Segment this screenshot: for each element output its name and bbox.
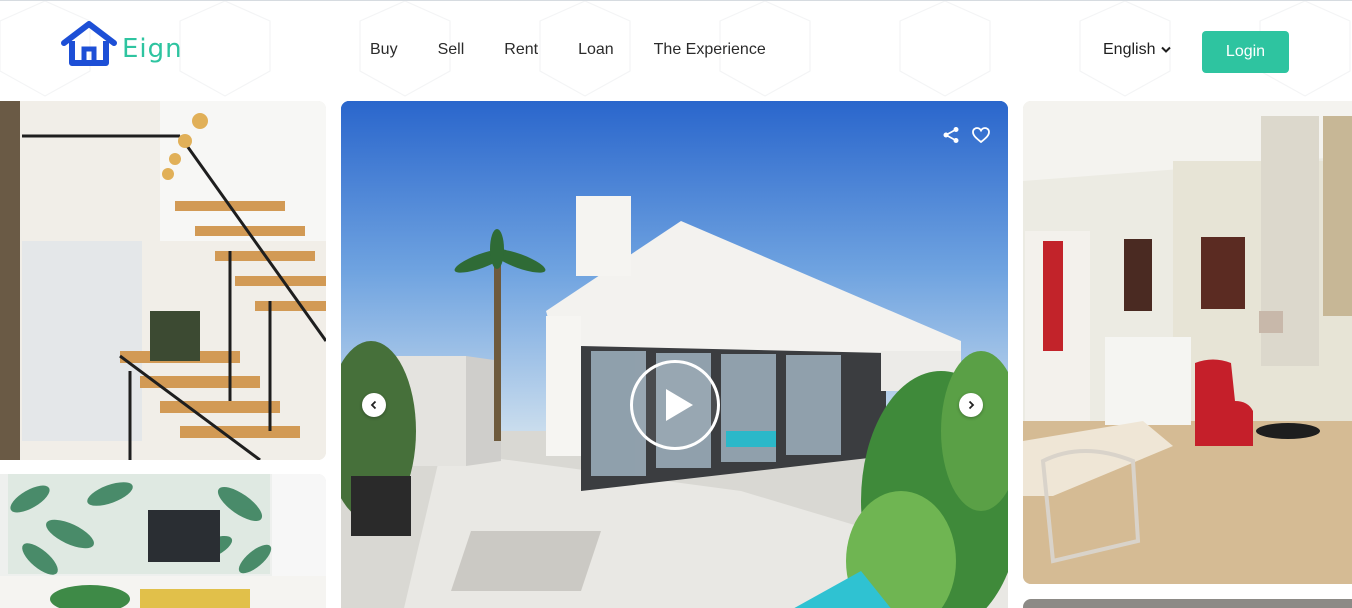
house-icon [61, 21, 117, 66]
gallery-prev-button[interactable] [362, 393, 386, 417]
gallery-image-living-room[interactable] [1023, 101, 1352, 584]
villa-illustration [341, 101, 1008, 608]
gallery-image-staircase[interactable] [0, 101, 326, 460]
language-selector[interactable]: English [1103, 41, 1172, 59]
nav-item-sell[interactable]: Sell [438, 41, 465, 59]
nav-item-the-experience[interactable]: The Experience [654, 41, 766, 59]
chevron-down-icon [1161, 46, 1172, 53]
language-label: English [1103, 41, 1156, 58]
login-button[interactable]: Login [1202, 31, 1289, 73]
nav-item-buy[interactable]: Buy [370, 41, 398, 59]
play-icon [666, 389, 693, 421]
nav-item-rent[interactable]: Rent [504, 41, 538, 59]
living-room-illustration [1023, 101, 1352, 584]
main-nav: Buy Sell Rent Loan The Experience [370, 41, 766, 59]
site-header: Eign Buy Sell Rent Loan The Experience E… [0, 1, 1352, 101]
share-icon[interactable] [942, 126, 960, 149]
brand-name: Eign [122, 34, 183, 64]
chevron-right-icon [968, 400, 975, 410]
gallery-main-image-villa[interactable] [341, 101, 1008, 608]
gallery-next-button[interactable] [959, 393, 983, 417]
brand-logo[interactable]: Eign [60, 21, 183, 67]
gallery-image-leaf-living-room[interactable] [0, 474, 326, 608]
gallery-image-room-partial[interactable] [1023, 599, 1352, 608]
staircase-illustration [0, 101, 326, 460]
heart-icon[interactable] [972, 127, 990, 148]
nav-item-loan[interactable]: Loan [578, 41, 614, 59]
leaf-room-illustration [0, 474, 326, 608]
chevron-left-icon [370, 400, 377, 410]
play-video-button[interactable] [630, 360, 720, 450]
